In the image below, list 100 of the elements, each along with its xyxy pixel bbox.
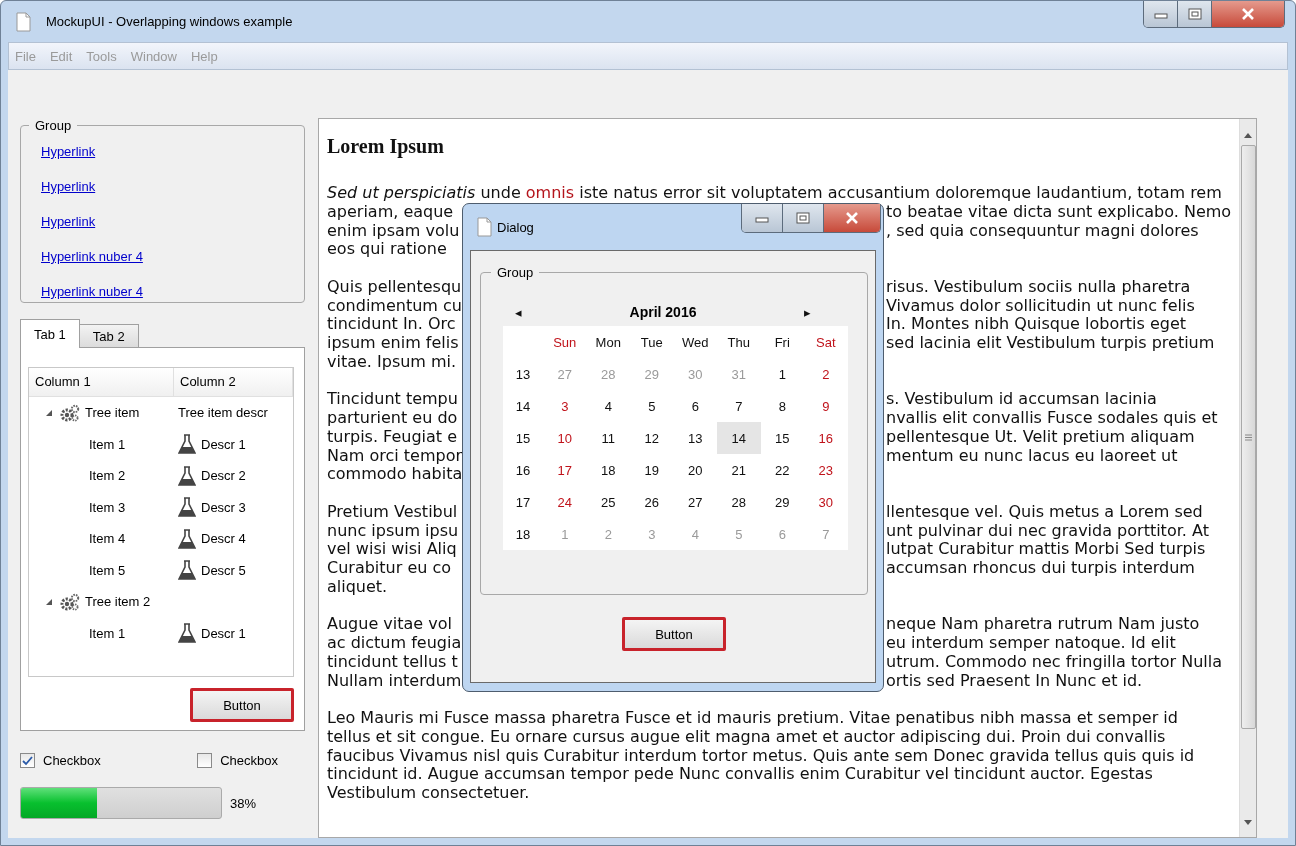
close-button[interactable] (1212, 1, 1284, 27)
calendar-day[interactable]: 10 (543, 422, 587, 454)
calendar-day[interactable]: 27 (673, 486, 717, 518)
calendar-day[interactable]: 18 (586, 454, 630, 486)
body-text-fragment: neque Nam pharetra rutrum Nam justo (886, 615, 1201, 634)
calendar-day[interactable]: 14 (717, 422, 761, 454)
calendar-day[interactable]: 17 (543, 454, 587, 486)
calendar-day[interactable]: 5 (630, 390, 674, 422)
vertical-scrollbar[interactable] (1239, 119, 1256, 837)
column-header[interactable]: Column 1 (29, 368, 174, 396)
checkmark-icon (22, 755, 33, 766)
calendar-day[interactable]: 29 (760, 486, 804, 518)
hyperlink[interactable]: Hyperlink (41, 141, 96, 162)
restore-icon (1187, 8, 1202, 20)
calendar-day[interactable]: 25 (586, 486, 630, 518)
tree-item[interactable]: Item 2 (89, 468, 126, 484)
calendar-day[interactable]: 11 (586, 422, 630, 454)
checkbox-label: Checkbox (43, 753, 101, 768)
dialog-title: Dialog (497, 220, 534, 235)
hyperlink[interactable]: Hyperlink (41, 176, 96, 197)
close-icon (1241, 8, 1255, 20)
tree-item-description: Descr 1 (201, 436, 246, 452)
close-button[interactable] (824, 204, 880, 232)
calendar-day[interactable]: 24 (543, 486, 587, 518)
tree-item[interactable]: Item 3 (89, 499, 126, 515)
flask-icon (178, 560, 196, 581)
calendar-day[interactable]: 6 (673, 390, 717, 422)
tree-item[interactable]: Item 1 (89, 625, 126, 641)
scroll-up-arrow-icon (1244, 133, 1252, 138)
checkbox[interactable] (20, 753, 35, 768)
body-text-fragment: ipsum enim felis (327, 334, 460, 353)
button[interactable]: Button (190, 688, 294, 722)
tree-item[interactable]: Tree item (85, 405, 140, 421)
flask-icon (178, 465, 196, 486)
body-text-fragment: tincidunt In. Orc (327, 315, 457, 334)
calendar-day[interactable]: 28 (717, 486, 761, 518)
tree-item-description: Descr 3 (201, 499, 246, 515)
tree-item-description: Tree item descr (178, 405, 268, 421)
hyperlink[interactable]: Hyperlink nuber 4 (41, 246, 143, 267)
calendar-day[interactable]: 9 (804, 390, 848, 422)
checkbox[interactable] (197, 753, 213, 768)
calendar-day[interactable]: 2 (804, 358, 848, 390)
week-number: 14 (514, 397, 532, 416)
body-text-fragment: Curabitur eu co (327, 559, 453, 578)
calendar-day[interactable]: 12 (630, 422, 674, 454)
calendar-day[interactable]: 15 (760, 422, 804, 454)
button[interactable]: Button (622, 617, 726, 651)
minimize-button[interactable] (742, 204, 783, 232)
calendar-day[interactable]: 23 (804, 454, 848, 486)
body-text-fragment: accumsan rhoncus dui turpis interdum (886, 559, 1196, 578)
calendar-day[interactable]: 8 (760, 390, 804, 422)
body-text-fragment: , sed quia consequuntur magni dolores (886, 221, 1200, 241)
week-number: 17 (514, 493, 532, 512)
column-header[interactable]: Column 2 (174, 368, 293, 396)
body-text-fragment: eu interdum semper natoque. Id elit (886, 634, 1177, 653)
body-text-fragment: In. Montes nibh Quisque lobortis eget (886, 315, 1188, 334)
week-number: 16 (514, 461, 532, 480)
tree-item[interactable]: Item 4 (89, 531, 126, 547)
document-icon (15, 11, 32, 32)
weekday-header: Fri (773, 333, 791, 352)
calendar-day[interactable]: 3 (543, 390, 587, 422)
body-text-line: Sed ut perspiciatis unde omnis iste natus error sit voluptatem accusantium doloremque laudantium, totam rem (327, 184, 1223, 203)
scrollbar-thumb[interactable] (1240, 145, 1256, 729)
tab[interactable]: Tab 1 (20, 319, 80, 348)
previous-month-button[interactable]: ◂ (513, 304, 524, 320)
weekday-header: Mon (594, 333, 622, 352)
progress-value: 38% (230, 795, 257, 811)
calendar-day[interactable]: 26 (630, 486, 674, 518)
calendar-day[interactable]: 19 (630, 454, 674, 486)
maximize-button[interactable] (783, 204, 824, 232)
flask-icon (178, 623, 196, 644)
calendar-day[interactable]: 22 (760, 454, 804, 486)
body-text-line: tincidunt id. Augue accumsan tempor pede Nunc convallis enim Curabitur vel tincidunt auctor. Egestas (327, 765, 1154, 784)
scroll-down-arrow-icon (1244, 820, 1252, 825)
tree-item[interactable]: Item 5 (89, 562, 126, 578)
week-number: 13 (514, 365, 532, 384)
grip-icon (1244, 433, 1252, 441)
calendar-day[interactable]: 30 (804, 486, 848, 518)
group-title: Group (34, 118, 73, 133)
tree-item[interactable]: Tree item 2 (85, 594, 151, 610)
calendar-day[interactable]: 13 (673, 422, 717, 454)
calendar-day[interactable]: 4 (586, 390, 630, 422)
tab[interactable]: Tab 2 (78, 324, 139, 347)
maximize-button[interactable] (1178, 1, 1212, 27)
calendar-day[interactable]: 1 (760, 358, 804, 390)
next-month-button[interactable]: ▸ (802, 304, 813, 320)
hyperlink[interactable]: Hyperlink (41, 211, 96, 232)
group-title: Group (496, 265, 535, 280)
tree-item-description: Descr 4 (201, 531, 246, 547)
calendar-day[interactable]: 7 (717, 390, 761, 422)
document-heading: Lorem Ipsum (327, 135, 445, 158)
tree-item[interactable]: Item 1 (89, 436, 126, 452)
hyperlink[interactable]: Hyperlink nuber 4 (41, 281, 143, 302)
calendar-day[interactable]: 20 (673, 454, 717, 486)
minimize-button[interactable] (1144, 1, 1178, 27)
calendar-day[interactable]: 16 (804, 422, 848, 454)
body-text-fragment: pellentesque Ut. Velit pretium aliquam (886, 427, 1196, 447)
body-text-fragment: parturient eu do (327, 409, 459, 428)
calendar-day[interactable]: 21 (717, 454, 761, 486)
flask-icon (178, 434, 196, 455)
